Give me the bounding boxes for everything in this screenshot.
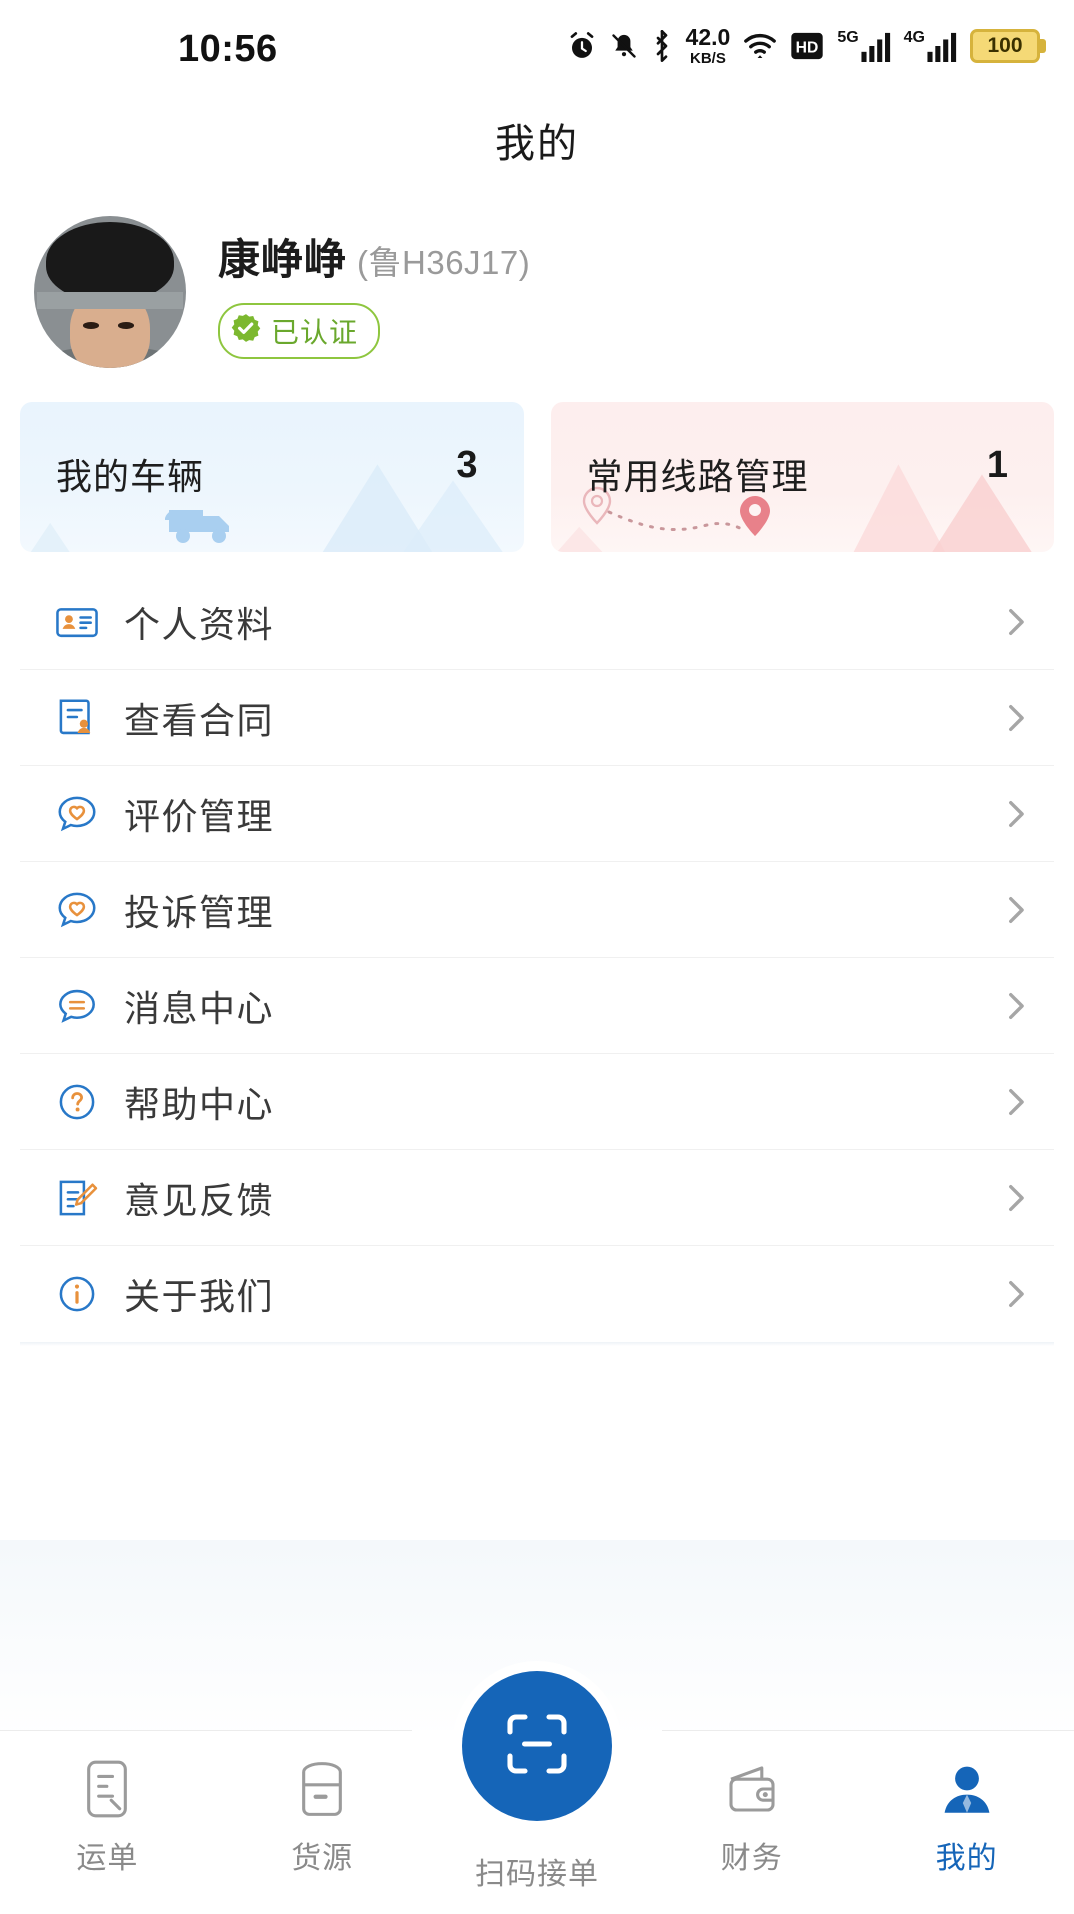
status-bar: 10:56 42.0 KB/S HD 5G 4G 100 <box>0 0 1074 92</box>
scan-icon <box>504 1711 570 1782</box>
profile-name: 康峥峥 <box>218 235 348 283</box>
tab-label: 财务 <box>720 1842 783 1875</box>
app-screen: 10:56 42.0 KB/S HD 5G 4G 100 我的 康峥峥 (鲁H3… <box>0 0 1074 1914</box>
menu-list: 个人资料 查看合同 评价管理 投诉管理 消息中心 帮助中心 意见反馈 关于我们 <box>20 574 1054 1342</box>
menu-item-review-management[interactable]: 评价管理 <box>20 766 1054 862</box>
chevron-right-icon <box>998 989 1032 1023</box>
question-circle-icon <box>54 1079 100 1125</box>
menu-item-about-us[interactable]: 关于我们 <box>20 1246 1054 1342</box>
menu-item-label: 意见反馈 <box>124 1179 275 1221</box>
scan-fab-button[interactable] <box>461 1671 612 1821</box>
stat-card-value: 1 <box>986 444 1008 486</box>
stat-card-routes[interactable]: 常用线路管理 1 <box>550 402 1054 552</box>
profile-info: 康峥峥 (鲁H36J17) 已认证 <box>218 226 530 359</box>
svg-text:HD: HD <box>796 40 819 57</box>
page-title-bar: 我的 <box>0 92 1074 188</box>
stat-card-value: 3 <box>456 444 478 486</box>
menu-item-label: 个人资料 <box>124 603 275 645</box>
menu-item-label: 投诉管理 <box>124 891 275 933</box>
verified-check-icon <box>230 312 262 349</box>
status-bar-icons: 42.0 KB/S HD 5G 4G 100 <box>567 24 1046 68</box>
menu-item-message-center[interactable]: 消息中心 <box>20 958 1054 1054</box>
menu-item-label: 关于我们 <box>124 1276 275 1317</box>
hd-icon: HD <box>790 31 824 61</box>
status-bar-time: 10:56 <box>178 28 278 70</box>
truck-icon <box>165 498 239 549</box>
tab-label: 我的 <box>935 1842 998 1875</box>
menu-item-feedback[interactable]: 意见反馈 <box>20 1150 1054 1246</box>
tab-label: 运单 <box>76 1842 139 1875</box>
menu-item-label: 消息中心 <box>124 987 275 1029</box>
stat-cards: 我的车辆 3 常用线路管理 1 <box>0 402 1074 552</box>
tab-cargo[interactable]: 货源 <box>215 1731 430 1914</box>
user-icon <box>939 1753 995 1825</box>
feedback-edit-icon <box>54 1175 100 1221</box>
chevron-right-icon <box>998 1181 1032 1215</box>
menu-bottom-edge <box>20 1342 1054 1346</box>
waybill-icon <box>79 1753 135 1825</box>
tab-finance[interactable]: 财务 <box>644 1731 859 1914</box>
battery-icon: 100 <box>970 29 1046 63</box>
cargo-icon <box>294 1753 350 1825</box>
chevron-right-icon <box>998 797 1032 831</box>
signal-4g-icon: 4G <box>904 30 957 62</box>
bottom-navigation: 运单 货源 扫码接单 财务 我的 <box>0 1671 1074 1914</box>
profile-section[interactable]: 康峥峥 (鲁H36J17) 已认证 <box>0 188 1074 402</box>
profile-plate-number: (鲁H36J17) <box>357 243 531 281</box>
status-badge: 已认证 <box>218 302 381 359</box>
signal-5g-label: 5G <box>837 29 859 46</box>
tab-mine[interactable]: 我的 <box>859 1731 1074 1914</box>
profile-name-line: 康峥峥 (鲁H36J17) <box>218 226 530 287</box>
signal-4g-label: 4G <box>903 29 925 46</box>
id-card-icon <box>54 599 100 645</box>
message-bubble-icon <box>54 983 100 1029</box>
wifi-icon <box>743 31 777 61</box>
verified-label: 已认证 <box>271 316 359 348</box>
network-speed-value: 42.0 <box>685 24 731 50</box>
menu-item-view-contract[interactable]: 查看合同 <box>20 670 1054 766</box>
chevron-right-icon <box>998 893 1032 927</box>
battery-level-text: 100 <box>987 34 1023 57</box>
chevron-right-icon <box>998 605 1032 639</box>
wallet-icon <box>724 1753 780 1825</box>
review-heart-bubble-icon <box>54 791 100 837</box>
menu-item-label: 查看合同 <box>124 699 275 741</box>
tab-label: 货源 <box>291 1842 354 1875</box>
network-speed-indicator: 42.0 KB/S <box>685 24 731 67</box>
stat-card-label: 我的车辆 <box>56 456 205 497</box>
bluetooth-icon <box>651 30 673 62</box>
contract-stamp-icon <box>54 695 100 741</box>
menu-item-complaint-management[interactable]: 投诉管理 <box>20 862 1054 958</box>
menu-item-label: 帮助中心 <box>124 1083 275 1125</box>
complaint-heart-bubble-icon <box>54 887 100 933</box>
stat-card-label: 常用线路管理 <box>586 456 809 497</box>
alarm-icon <box>567 30 597 62</box>
chevron-right-icon <box>998 1277 1032 1311</box>
stat-card-my-vehicles[interactable]: 我的车辆 3 <box>20 402 524 552</box>
tab-label: 扫码接单 <box>474 1858 599 1891</box>
signal-5g-icon: 5G <box>837 30 890 62</box>
mute-bell-icon <box>610 30 638 62</box>
network-speed-unit: KB/S <box>690 50 726 67</box>
chevron-right-icon <box>998 1085 1032 1119</box>
tab-scan-order[interactable]: 扫码接单 <box>411 1671 662 1914</box>
avatar[interactable] <box>34 216 186 368</box>
menu-item-personal-info[interactable]: 个人资料 <box>20 574 1054 670</box>
tab-waybill[interactable]: 运单 <box>0 1731 215 1914</box>
menu-item-label: 评价管理 <box>124 795 275 837</box>
info-circle-icon <box>54 1271 100 1317</box>
page-title: 我的 <box>495 122 579 166</box>
chevron-right-icon <box>998 701 1032 735</box>
menu-item-help-center[interactable]: 帮助中心 <box>20 1054 1054 1150</box>
